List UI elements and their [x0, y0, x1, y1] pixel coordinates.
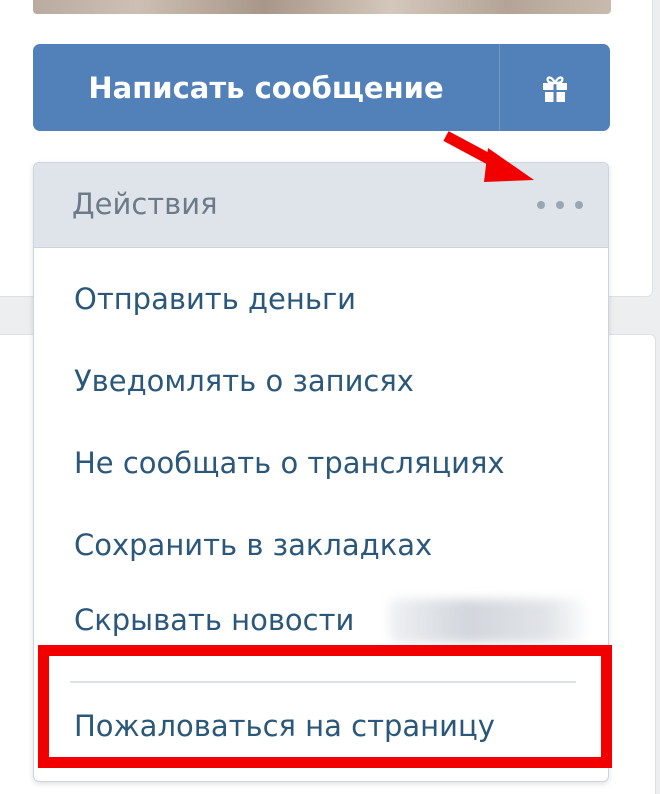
menu-item-send-money[interactable]: Отправить деньги — [74, 282, 356, 316]
menu-item-mute-streams[interactable]: Не сообщать о трансляциях — [74, 446, 505, 480]
avatar-photo[interactable] — [33, 0, 611, 14]
gift-button[interactable] — [500, 44, 610, 131]
menu-item-hide-news[interactable]: Скрывать новости — [74, 603, 354, 637]
write-message-button[interactable]: Написать сообщение — [33, 44, 499, 131]
report-highlight-frame — [38, 645, 612, 768]
more-dots-icon[interactable] — [530, 193, 590, 217]
gift-icon — [543, 75, 567, 102]
message-button-group: Написать сообщение — [33, 44, 610, 131]
blurred-name — [389, 599, 584, 643]
actions-title: Действия — [72, 187, 218, 221]
red-arrow-annotation — [443, 131, 534, 182]
menu-item-notify-posts[interactable]: Уведомлять о записях — [74, 364, 414, 398]
menu-item-save-bookmarks[interactable]: Сохранить в закладках — [74, 528, 432, 562]
